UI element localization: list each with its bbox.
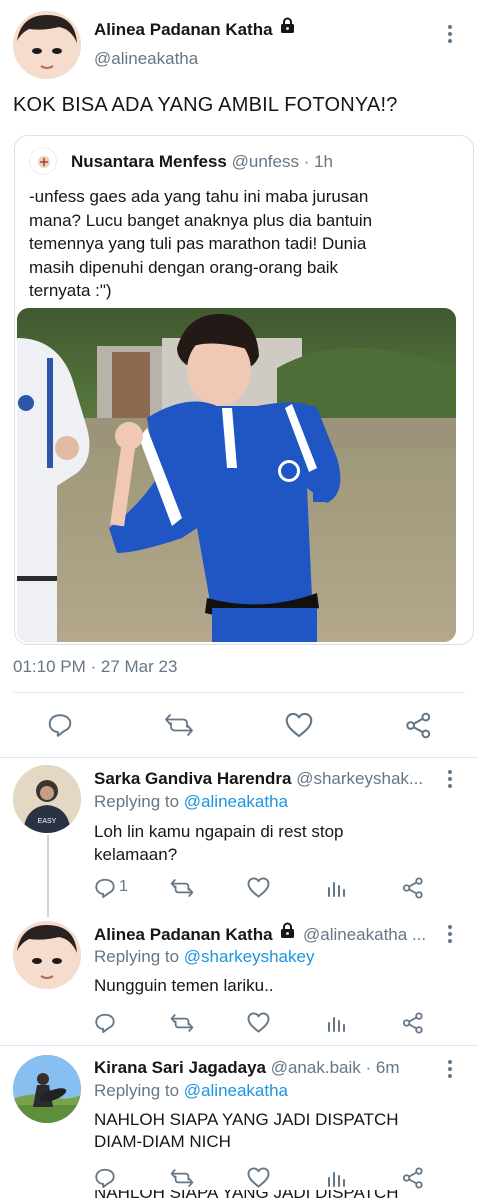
avatar[interactable]: EASY xyxy=(13,765,81,833)
avatar-face-icon xyxy=(13,11,81,79)
analytics-icon[interactable] xyxy=(326,1013,346,1033)
reply-icon[interactable] xyxy=(94,1012,116,1034)
reply-text: Loh lin kamu ngapain di rest stop kelama… xyxy=(94,822,344,864)
share-icon[interactable] xyxy=(402,877,424,899)
divider xyxy=(13,692,465,693)
lock-icon xyxy=(279,17,296,34)
lock-icon xyxy=(279,922,296,939)
replying-to-link[interactable]: @alineakatha xyxy=(184,792,288,811)
more-icon[interactable] xyxy=(447,925,453,946)
reply-icon[interactable] xyxy=(47,712,73,738)
thread-line xyxy=(47,835,49,917)
retweet-icon[interactable] xyxy=(170,1012,194,1034)
quoted-photo[interactable] xyxy=(17,308,456,642)
logo-icon xyxy=(38,156,50,168)
quoted-author-handle: @unfess xyxy=(231,152,299,171)
like-icon[interactable] xyxy=(285,712,313,738)
cutoff-text-content: NAHLOH SIAPA YANG JADI DISPATCH xyxy=(94,1190,399,1200)
avatar-face-icon xyxy=(13,921,81,989)
quoted-avatar xyxy=(29,147,57,175)
share-icon[interactable] xyxy=(405,712,432,739)
avatar[interactable] xyxy=(13,1055,81,1123)
analytics-icon[interactable] xyxy=(326,1168,346,1188)
replying-label: Replying to xyxy=(94,792,180,811)
author-handle[interactable]: @alineakatha ... xyxy=(303,925,426,945)
replying-label: Replying to xyxy=(94,947,180,966)
more-icon[interactable] xyxy=(447,770,453,791)
author-name[interactable]: Alinea Padanan Katha xyxy=(94,925,273,944)
author-name[interactable]: Kirana Sari Jagadaya xyxy=(94,1058,266,1077)
replying-to-link[interactable]: @alineakatha xyxy=(184,1081,288,1100)
reply-icon[interactable] xyxy=(94,877,116,899)
avatar-photo-icon xyxy=(13,1055,81,1123)
quoted-tweet[interactable]: Nusantara Menfess @unfess · 1h -unfess g… xyxy=(14,135,474,645)
like-icon[interactable] xyxy=(247,1012,270,1033)
reply-icon[interactable] xyxy=(94,1167,116,1189)
author-handle[interactable]: @sharkeyshak... xyxy=(296,769,423,788)
reply-time: · 6m xyxy=(365,1058,400,1077)
quoted-time: · 1h xyxy=(303,152,334,171)
replying-label: Replying to xyxy=(94,1081,180,1100)
author-handle[interactable]: @anak.baik xyxy=(271,1058,361,1077)
quoted-author-name: Nusantara Menfess xyxy=(71,152,227,171)
replying-to-link[interactable]: @sharkeyshakey xyxy=(184,947,315,966)
author-name[interactable]: Sarka Gandiva Harendra xyxy=(94,769,291,788)
more-icon[interactable] xyxy=(447,1060,453,1081)
svg-text:EASY: EASY xyxy=(38,818,57,825)
reply-text: NAHLOH SIAPA YANG JADI DISPATCH DIAM-DIA… xyxy=(94,1110,399,1151)
tweet-timestamp[interactable]: 01:10 PM · 27 Mar 23 xyxy=(13,657,177,677)
share-icon[interactable] xyxy=(402,1167,424,1189)
retweet-icon[interactable] xyxy=(164,712,194,738)
section-divider xyxy=(0,757,478,758)
like-icon[interactable] xyxy=(247,877,270,898)
quoted-text: -unfess gaes ada yang tahu ini maba juru… xyxy=(29,187,373,300)
reply-count: 1 xyxy=(119,878,128,895)
like-icon[interactable] xyxy=(247,1167,270,1188)
retweet-icon[interactable] xyxy=(170,1167,194,1189)
share-icon[interactable] xyxy=(402,1012,424,1034)
runner-photo-icon xyxy=(17,308,456,642)
cutoff-text: NAHLOH SIAPA YANG JADI DISPATCH xyxy=(94,1190,399,1200)
analytics-icon[interactable] xyxy=(326,878,346,898)
reply-text: Nungguin temen lariku.. xyxy=(94,976,274,995)
avatar-person-icon: EASY xyxy=(13,765,81,833)
more-icon[interactable] xyxy=(447,25,453,46)
avatar[interactable] xyxy=(13,11,81,79)
author-handle[interactable]: @alineakatha xyxy=(94,49,198,69)
retweet-icon[interactable] xyxy=(170,877,194,899)
avatar[interactable] xyxy=(13,921,81,989)
tweet-text: KOK BISA ADA YANG AMBIL FOTONYA!? xyxy=(13,94,398,116)
author-name[interactable]: Alinea Padanan Katha xyxy=(94,20,273,40)
section-divider xyxy=(0,1045,478,1046)
